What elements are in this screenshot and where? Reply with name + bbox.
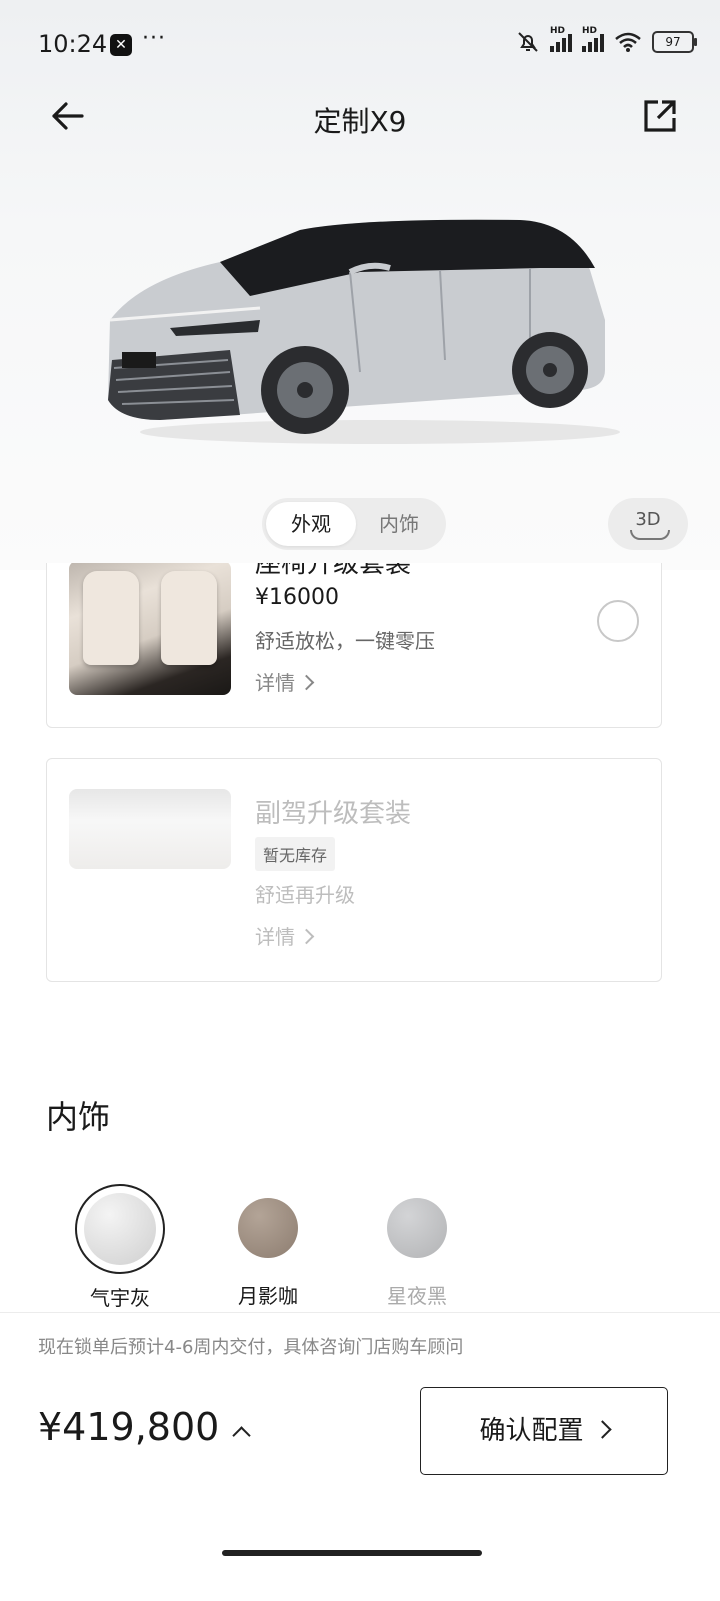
total-price[interactable]: ¥419,800 <box>38 1405 252 1449</box>
3d-label: 3D <box>635 509 661 530</box>
option-select-radio[interactable] <box>597 600 639 642</box>
option-price: ¥16000 <box>255 585 339 610</box>
car-image <box>108 219 620 444</box>
wifi-icon <box>615 32 641 52</box>
app-notification-icon: ✕ <box>110 34 132 56</box>
mute-bell-icon <box>518 32 538 52</box>
tab-interior[interactable]: 内饰 <box>354 502 444 546</box>
swatch-yueying-coffee[interactable]: 月影咖 <box>208 1184 328 1309</box>
option-description: 舒适再升级 <box>255 883 355 907</box>
status-bar: 10:24 ✕ ··· HD HD 97 <box>0 0 720 92</box>
swatch-qiyu-grey[interactable]: 气宇灰 <box>60 1184 180 1311</box>
swatch-color <box>84 1193 156 1265</box>
option-details-link[interactable]: 详情 <box>255 667 315 696</box>
checkout-panel: 现在锁单后预计4-6周内交付，具体咨询门店购车顾问 ¥419,800 确认配置 <box>0 1312 720 1601</box>
confirm-config-button[interactable]: 确认配置 <box>420 1387 668 1475</box>
vehicle-preview: 10:24 ✕ ··· HD HD 97 定制X9 外观 内饰 3D <box>0 0 720 570</box>
chevron-right-icon <box>298 928 315 945</box>
swatch-selected-ring <box>75 1184 165 1274</box>
3d-view-button[interactable]: 3D <box>608 498 688 550</box>
confirm-label: 确认配置 <box>479 1416 584 1446</box>
page-title: 定制X9 <box>313 105 407 138</box>
details-label: 详情 <box>255 671 295 695</box>
option-details-link[interactable]: 详情 <box>255 921 315 950</box>
total-price-value: ¥419,800 <box>38 1405 220 1449</box>
view-toggle: 外观 内饰 <box>262 498 446 550</box>
signal-1-icon: HD <box>550 26 572 52</box>
interior-section-title: 内饰 <box>46 1098 111 1136</box>
passenger-upgrade-image <box>69 789 231 869</box>
swatch-xingye-black[interactable]: 星夜黑 <box>357 1184 477 1309</box>
swatch-color <box>238 1198 298 1258</box>
swatch-color <box>387 1198 447 1258</box>
home-indicator[interactable] <box>222 1550 482 1556</box>
delivery-notice: 现在锁单后预计4-6周内交付，具体咨询门店购车顾问 <box>38 1337 464 1358</box>
chevron-up-icon <box>232 1426 252 1445</box>
status-time: 10:24 <box>38 30 108 58</box>
status-icons: HD HD 97 <box>516 26 697 54</box>
share-icon[interactable] <box>640 96 680 136</box>
signal-2-icon: HD <box>582 26 604 52</box>
tab-exterior[interactable]: 外观 <box>266 502 356 546</box>
chevron-right-icon <box>592 1420 612 1439</box>
option-description: 舒适放松，一键零压 <box>255 629 435 653</box>
swatch-label: 月影咖 <box>238 1284 298 1308</box>
more-notifications-icon: ··· <box>142 26 166 51</box>
swatch-label: 气宇灰 <box>90 1286 150 1310</box>
rotate-icon <box>630 530 670 540</box>
option-title: 副驾升级套装 <box>255 799 412 829</box>
seat-upgrade-image <box>69 563 231 695</box>
option-card-passenger-upgrade[interactable]: 副驾升级套装 暂无库存 舒适再升级 详情 <box>46 758 662 982</box>
chevron-right-icon <box>298 674 315 691</box>
battery-icon: 97 <box>652 31 697 53</box>
details-label: 详情 <box>255 925 295 949</box>
swatch-label: 星夜黑 <box>387 1284 447 1308</box>
out-of-stock-badge: 暂无库存 <box>255 837 336 871</box>
